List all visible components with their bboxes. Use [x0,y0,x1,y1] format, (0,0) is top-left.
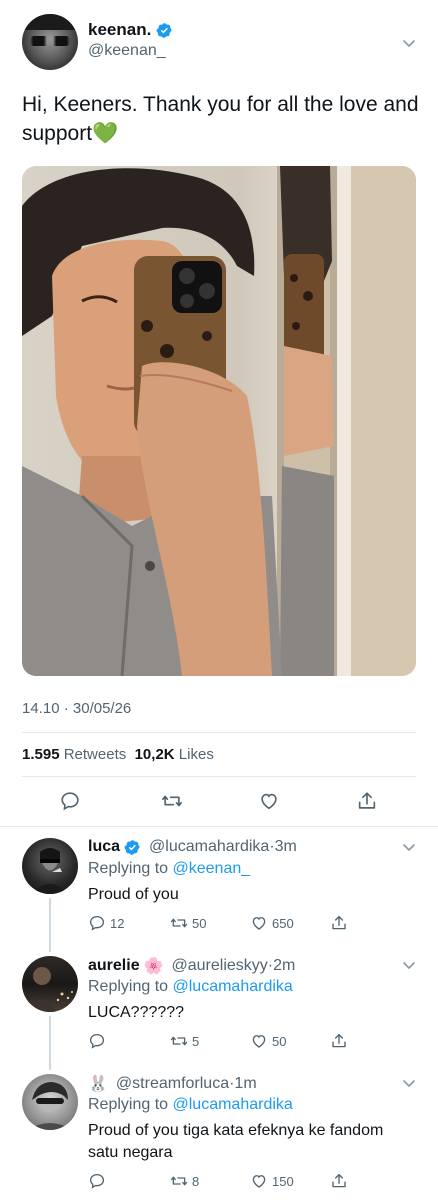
like-heart-icon [252,1035,266,1048]
reply-count: 12 [110,915,125,931]
like-button[interactable]: 650 [250,914,294,932]
mention-link[interactable]: @lucamahardika [173,978,293,995]
more-options-chevron-icon[interactable] [400,838,418,856]
more-options-chevron-icon[interactable] [400,1074,418,1092]
tweet-text-body: Hi, Keeners. Thank you for all the love … [22,93,419,145]
like-button[interactable]: 50 [250,1032,286,1050]
reply-handle: @lucamahardika·3m [149,838,297,855]
reply-button[interactable] [88,1172,110,1190]
likes-label: Likes [178,746,214,763]
like-count: 650 [272,915,294,931]
reply-avatar[interactable] [22,838,78,894]
reply-text: LUCA?????? [88,1004,185,1021]
more-options-chevron-icon[interactable] [400,34,418,52]
share-button[interactable] [330,914,348,932]
author-display-name: keenan. [88,20,152,39]
reply-icon [89,1173,105,1189]
reply-handle: @streamforluca·1m [115,1075,257,1092]
author-handle[interactable]: @keenan_ [88,42,166,60]
tweet-photo[interactable] [22,166,416,676]
like-count: 150 [272,1173,294,1189]
like-count: 50 [272,1033,287,1049]
retweet-button[interactable]: 8 [170,1172,199,1190]
reply-icon[interactable] [59,790,81,812]
reply-button[interactable] [88,1032,110,1050]
retweets-label: Retweets [63,746,127,763]
reply-author[interactable]: luca @lucamahardika·3m [88,838,297,856]
reply-author[interactable]: 🐰 @streamforluca·1m [88,1074,257,1094]
replying-to: Replying to @keenan_ [88,860,251,877]
green-heart-emoji: 💚 [92,122,119,145]
share-icon [332,915,346,930]
likes-count: 10,2K [134,746,175,763]
verified-badge-icon [124,839,141,856]
reply-avatar[interactable] [22,956,78,1012]
reply-display-name: aurelie [88,957,140,974]
thread-connector [49,1016,51,1070]
retweet-count: 5 [192,1033,200,1049]
share-icon [332,1033,346,1048]
mention-link[interactable]: @lucamahardika [173,1096,293,1113]
tweet-date: 30/05/26 [72,700,132,717]
retweet-icon [170,1036,188,1046]
retweet-button[interactable]: 5 [170,1032,199,1050]
author-name[interactable]: keenan. [88,20,173,40]
reply-display-name: 🐰 [88,1076,108,1093]
reply-icon [89,915,105,931]
tweet-timestamp[interactable]: 14.10 · 30/05/26 [22,700,131,717]
meta-separator: · [63,700,69,717]
likes-stat[interactable]: 10,2K Likes [135,746,214,763]
share-button[interactable] [330,1032,348,1050]
retweet-icon [170,1176,188,1186]
reply-icon [89,1033,105,1049]
author-avatar[interactable] [22,14,78,70]
reply-text: Proud of you [88,886,179,903]
reply-display-name: luca [88,838,121,855]
mirror-selfie-image [22,166,416,676]
retweet-icon[interactable] [161,790,183,812]
share-icon[interactable] [356,790,378,812]
reply-avatar[interactable] [22,1074,78,1130]
divider [22,732,416,733]
retweet-count: 8 [192,1173,200,1189]
reply-button[interactable]: 12 [88,914,124,932]
verified-badge-icon [156,22,173,39]
share-button[interactable] [330,1172,348,1190]
tweet-text: Hi, Keeners. Thank you for all the love … [22,90,422,148]
retweet-count: 50 [192,915,207,931]
retweet-icon [170,918,188,928]
like-heart-icon[interactable] [258,790,280,812]
thread-connector [49,898,51,952]
mention-link[interactable]: @keenan_ [173,860,251,877]
retweets-count: 1.595 [22,746,60,763]
reply-author[interactable]: aurelie 🌸 @aurelieskyy·2m [88,956,295,976]
tweet-actions [22,788,416,814]
replying-to: Replying to @lucamahardika [88,1096,293,1113]
like-heart-icon [252,917,266,930]
more-options-chevron-icon[interactable] [400,956,418,974]
replying-to: Replying to @lucamahardika [88,978,293,995]
divider [22,776,416,777]
tweet-stats: 1.595 Retweets 10,2K Likes [22,746,214,763]
like-button[interactable]: 150 [250,1172,294,1190]
reply-text: Proud of you tiga kata efeknya ke fandom… [88,1122,384,1161]
reply-handle: @aurelieskyy·2m [171,957,296,974]
tweet-time: 14.10 [22,700,60,717]
retweets-stat[interactable]: 1.595 Retweets [22,746,126,763]
like-heart-icon [252,1175,266,1188]
share-icon [332,1173,346,1188]
retweet-button[interactable]: 50 [170,914,206,932]
flower-emoji: 🌸 [143,958,164,975]
divider [0,826,438,827]
